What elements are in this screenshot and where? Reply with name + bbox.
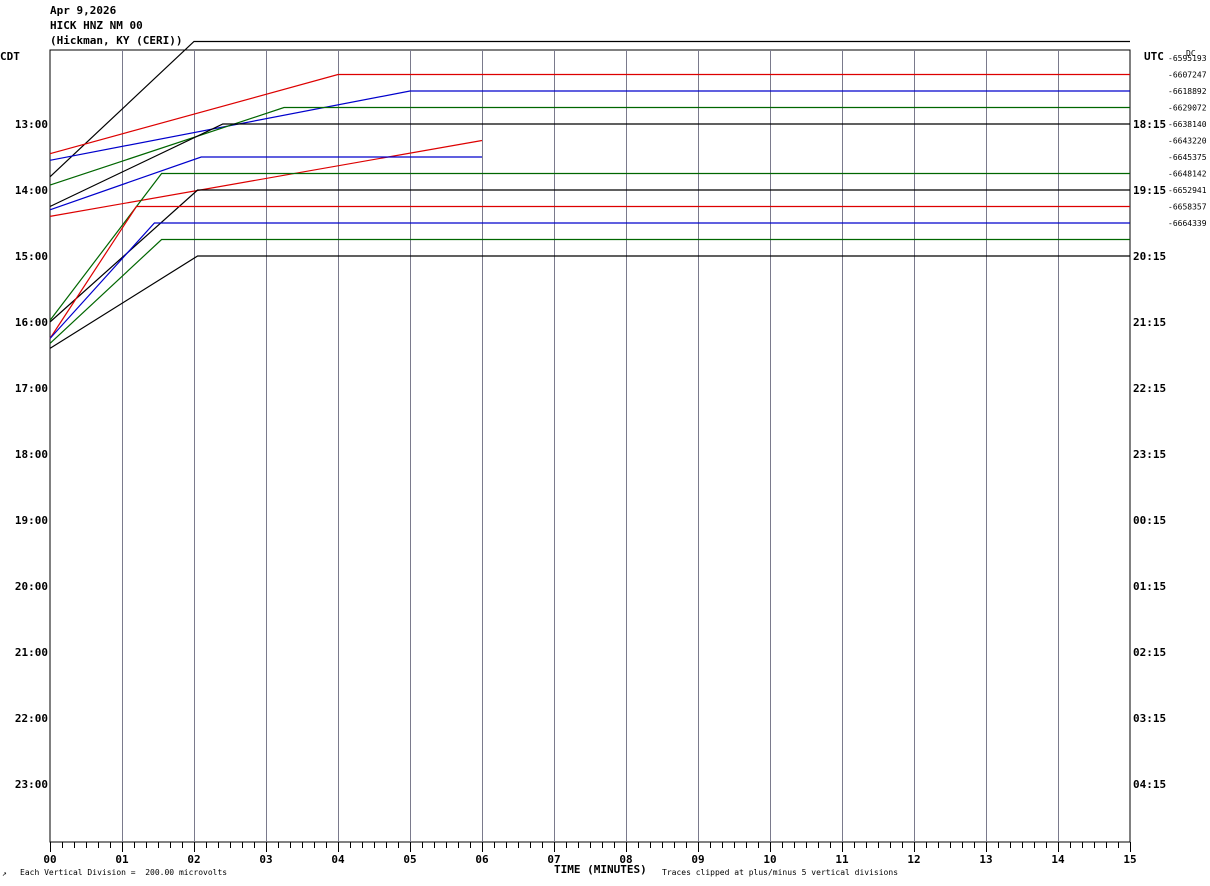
trace-10 <box>49 222 1130 339</box>
helicorder-plot: 00 01 02 03 04 05 06 07 08 09 10 11 12 13 14 15 13:0014… <box>15 40 1207 866</box>
right-hour-label-1: 19:15 <box>1133 184 1166 197</box>
dc-offset-8: -6652941 <box>1168 186 1207 195</box>
dc-offset-9: -6658357 <box>1168 203 1207 212</box>
x-axis-title: TIME (MINUTES) <box>554 863 647 876</box>
left-hour-label-4: 17:00 <box>15 382 48 395</box>
dc-offset-labels: -6595193-6607247-6618892-6629072-6638140… <box>1168 54 1207 228</box>
left-hour-label-0: 13:00 <box>15 118 48 131</box>
trace-7 <box>49 172 1130 321</box>
trace-4 <box>49 123 1130 208</box>
right-hour-label-4: 22:15 <box>1133 382 1166 395</box>
left-hour-label-3: 16:00 <box>15 316 48 329</box>
dc-offset-2: -6618892 <box>1168 87 1207 96</box>
dc-offset-3: -6629072 <box>1168 104 1207 113</box>
left-hour-label-6: 19:00 <box>15 514 48 527</box>
dc-offset-7: -6648142 <box>1168 170 1207 179</box>
right-hour-label-2: 20:15 <box>1133 250 1166 263</box>
right-timezone-label: UTC <box>1144 50 1164 63</box>
x-tick-label-01: 01 <box>115 853 129 866</box>
left-hour-label-2: 15:00 <box>15 250 48 263</box>
x-tick-label-11: 11 <box>835 853 849 866</box>
left-hour-label-1: 14:00 <box>15 184 48 197</box>
dc-offset-6: -6645375 <box>1168 153 1207 162</box>
x-axis-ticks <box>50 842 1131 852</box>
plot-frame <box>49 49 1131 843</box>
x-tick-label-15: 15 <box>1123 853 1136 866</box>
trace-12 <box>49 255 1130 349</box>
seismic-traces <box>49 40 1130 349</box>
x-tick-label-10: 10 <box>763 853 776 866</box>
x-tick-label-06: 06 <box>475 853 489 866</box>
left-hour-label-5: 18:00 <box>15 448 48 461</box>
right-hour-label-0: 18:15 <box>1133 118 1166 131</box>
trace-11 <box>49 238 1130 344</box>
x-tick-label-00: 00 <box>43 853 56 866</box>
trace-1 <box>49 73 1130 155</box>
right-hour-label-9: 03:15 <box>1133 712 1166 725</box>
dc-offset-5: -6643220 <box>1168 137 1207 146</box>
x-tick-label-09: 09 <box>691 853 704 866</box>
header-date: Apr 9,2026 <box>50 4 117 17</box>
x-tick-label-03: 03 <box>259 853 272 866</box>
x-tick-label-12: 12 <box>907 853 920 866</box>
left-hour-label-7: 20:00 <box>15 580 48 593</box>
header-station: HICK HNZ NM 00 <box>50 19 143 32</box>
x-tick-label-14: 14 <box>1051 853 1065 866</box>
vertical-division-note: Each Vertical Division = 200.00 microvol… <box>20 868 228 877</box>
left-hour-label-8: 21:00 <box>15 646 48 659</box>
left-time-labels: 13:00 14:00 15:00 16:00 17:00 18:00 19:00 20:00… <box>15 118 48 791</box>
right-hour-label-6: 00:15 <box>1133 514 1166 527</box>
right-time-labels: 18:15 19:15 20:15 21:15 22:15 23:15 00:15 01:15… <box>1133 118 1166 791</box>
right-hour-label-3: 21:15 <box>1133 316 1166 329</box>
left-timezone-label: CDT <box>0 50 20 63</box>
right-hour-label-5: 23:15 <box>1133 448 1166 461</box>
x-tick-label-05: 05 <box>403 853 416 866</box>
dc-offset-10: -6664339 <box>1168 219 1207 228</box>
right-hour-label-7: 01:15 <box>1133 580 1166 593</box>
right-hour-label-8: 02:15 <box>1133 646 1166 659</box>
dc-offset-1: -6607247 <box>1168 71 1207 80</box>
x-tick-label-04: 04 <box>331 853 345 866</box>
trace-2 <box>49 90 1130 161</box>
right-hour-label-10: 04:15 <box>1133 778 1166 791</box>
x-tick-label-13: 13 <box>979 853 992 866</box>
header-location: (Hickman, KY (CERI)) <box>50 34 183 47</box>
trace-9 <box>49 205 1130 339</box>
clip-note: Traces clipped at plus/minus 5 vertical … <box>662 868 899 877</box>
left-hour-label-10: 23:00 <box>15 778 48 791</box>
left-hour-label-9: 22:00 <box>15 712 48 725</box>
scale-mark-icon: ↗ <box>2 869 7 878</box>
dc-label: DC <box>1186 49 1196 58</box>
dc-offset-4: -6638140 <box>1168 120 1207 129</box>
x-tick-label-02: 02 <box>187 853 200 866</box>
grid-lines <box>122 50 1059 842</box>
